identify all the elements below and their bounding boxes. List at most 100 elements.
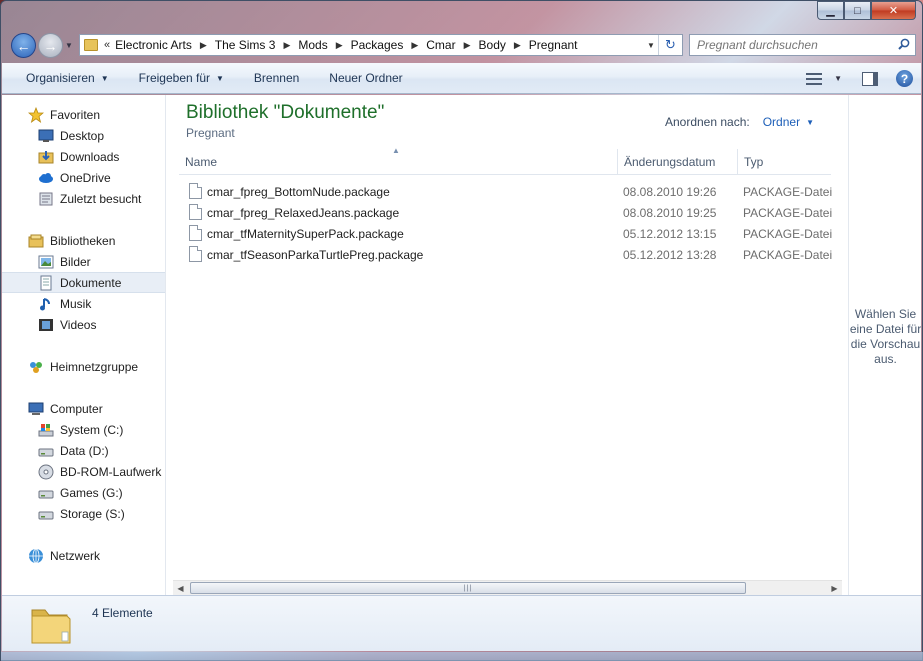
sidebar-item-label: Favoriten bbox=[50, 107, 101, 122]
sidebar-item[interactable]: Videos bbox=[2, 314, 165, 335]
file-row[interactable]: cmar_tfMaternitySuperPack.package 05.12.2… bbox=[179, 223, 833, 244]
sidebar-item[interactable]: Desktop bbox=[2, 125, 165, 146]
file-icon bbox=[189, 246, 202, 262]
sidebar-item-label: Musik bbox=[60, 296, 92, 311]
sidebar-item-label: System (C:) bbox=[60, 422, 124, 437]
help-icon[interactable]: ? bbox=[896, 70, 913, 87]
sidebar-item-label: Bibliotheken bbox=[50, 233, 116, 248]
breadcrumb-label: Electronic Arts bbox=[115, 38, 192, 52]
search-icon[interactable] bbox=[898, 38, 910, 50]
breadcrumb-item[interactable]: Mods bbox=[298, 38, 327, 52]
breadcrumb-item[interactable]: Body bbox=[479, 38, 506, 52]
chevron-down-icon: ▼ bbox=[100, 73, 109, 83]
address-history-dropdown[interactable]: ▼ bbox=[644, 41, 658, 50]
sidebar-item[interactable]: OneDrive bbox=[2, 167, 165, 188]
sidebar-item[interactable]: Bilder bbox=[2, 251, 165, 272]
forward-button[interactable]: → bbox=[38, 33, 63, 58]
file-icon bbox=[189, 225, 202, 241]
sidebar-item[interactable]: Musik bbox=[2, 293, 165, 314]
breadcrumb-separator-icon[interactable]: ▶ bbox=[200, 40, 207, 51]
file-date: 08.08.2010 19:25 bbox=[623, 205, 717, 220]
system-drive-icon bbox=[38, 422, 54, 438]
file-type: PACKAGE-Datei bbox=[743, 247, 833, 262]
view-dropdown[interactable]: ▼ bbox=[834, 74, 842, 83]
refresh-button[interactable]: ↻ bbox=[658, 35, 682, 55]
breadcrumb-item[interactable]: Electronic Arts bbox=[115, 38, 192, 52]
sidebar-item[interactable]: Data (D:) bbox=[2, 440, 165, 461]
scroll-right-icon[interactable]: ▶ bbox=[827, 582, 842, 595]
column-header-type[interactable]: Typ bbox=[737, 149, 831, 175]
burn-button[interactable]: Brennen bbox=[232, 63, 307, 93]
breadcrumb-label: Cmar bbox=[426, 38, 456, 52]
sidebar-item[interactable]: Dokumente bbox=[2, 272, 165, 293]
breadcrumb: Electronic Arts ▶ The Sims 3 ▶ Mods ▶ Packages… bbox=[115, 38, 577, 52]
sidebar-item-label: BD-ROM-Laufwerk ( bbox=[60, 464, 166, 479]
recent-pages-dropdown[interactable]: ▼ bbox=[65, 41, 73, 50]
file-row[interactable]: cmar_fpreg_BottomNude.package 08.08.2010 … bbox=[179, 181, 832, 202]
file-name: cmar_fpreg_BottomNude.package bbox=[207, 184, 390, 199]
command-bar: Organisieren ▼ Freigeben für ▼ Brennen N… bbox=[2, 63, 921, 94]
preview-pane-icon[interactable] bbox=[862, 71, 878, 86]
address-bar[interactable]: « Electronic Arts ▶ The Sims 3 ▶ Mods ▶ Packag… bbox=[79, 34, 683, 56]
sidebar-item[interactable]: Storage (S:) bbox=[2, 503, 165, 524]
breadcrumb-item[interactable]: Packages bbox=[351, 38, 404, 52]
file-type: PACKAGE-Datei bbox=[743, 226, 833, 241]
file-row[interactable]: cmar_tfSeasonParkaTurtlePreg.package 05.1… bbox=[179, 244, 833, 265]
new-folder-button[interactable]: Neuer Ordner bbox=[307, 63, 410, 93]
column-header-name[interactable]: Name bbox=[179, 149, 617, 175]
close-button[interactable]: ✕ bbox=[871, 1, 916, 20]
chevron-down-icon[interactable]: ▼ bbox=[806, 118, 814, 127]
sidebar-item-label: Heimnetzgruppe bbox=[50, 359, 139, 374]
sidebar-item[interactable]: System (C:) bbox=[2, 419, 165, 440]
breadcrumb-item[interactable]: Cmar bbox=[426, 38, 455, 52]
scrollbar-thumb[interactable]: ||| bbox=[190, 582, 746, 594]
sidebar-item[interactable]: Bibliotheken bbox=[2, 230, 165, 251]
sidebar-item-label: Games (G:) bbox=[60, 485, 123, 500]
disc-drive-icon bbox=[38, 464, 54, 480]
sidebar-item[interactable]: Favoriten bbox=[2, 104, 165, 125]
details-pane: 4 Elemente bbox=[2, 595, 921, 651]
breadcrumb-label: The Sims 3 bbox=[214, 38, 276, 52]
file-date: 05.12.2012 13:28 bbox=[623, 247, 717, 262]
breadcrumb-separator-icon[interactable]: ▶ bbox=[336, 40, 343, 51]
breadcrumb-separator-icon[interactable]: ▶ bbox=[411, 40, 418, 51]
breadcrumb-item[interactable]: Pregnant bbox=[529, 38, 578, 52]
navigation-pane: Favoriten Desktop Downloads OneDrive Zuletzt… bbox=[2, 95, 166, 595]
organize-button[interactable]: Organisieren ▼ bbox=[2, 63, 117, 93]
folder-icon bbox=[31, 609, 71, 644]
folder-icon bbox=[84, 39, 98, 51]
breadcrumb-item[interactable]: The Sims 3 bbox=[215, 38, 276, 52]
column-header-date[interactable]: Änderungsdatum bbox=[617, 149, 737, 175]
sidebar-item-label: Downloads bbox=[60, 149, 120, 164]
breadcrumb-label: Body bbox=[478, 38, 506, 52]
sidebar-item[interactable]: Heimnetzgruppe bbox=[2, 356, 165, 377]
breadcrumb-separator-icon[interactable]: ▶ bbox=[464, 40, 471, 51]
burn-label: Brennen bbox=[253, 71, 300, 85]
sidebar-item[interactable]: Computer bbox=[2, 398, 165, 419]
sidebar-item[interactable]: Games (G:) bbox=[2, 482, 165, 503]
sidebar-item[interactable]: Zuletzt besucht bbox=[2, 188, 165, 209]
change-view-icon[interactable] bbox=[806, 72, 823, 85]
breadcrumb-overflow[interactable]: « bbox=[104, 39, 110, 51]
breadcrumb-separator-icon[interactable]: ▶ bbox=[514, 40, 521, 51]
sidebar-item-label: Desktop bbox=[60, 128, 105, 143]
search-input[interactable] bbox=[697, 38, 887, 52]
sidebar-item[interactable]: BD-ROM-Laufwerk ( bbox=[2, 461, 166, 482]
scroll-left-icon[interactable]: ◀ bbox=[173, 582, 188, 595]
explorer-window: ▁ □ ✕ ← → ▼ « Electronic Arts ▶ The Sims 3… bbox=[0, 0, 923, 661]
horizontal-scrollbar[interactable]: ◀ ||| ▶ bbox=[173, 580, 842, 595]
arrange-dropdown[interactable]: Ordner bbox=[763, 115, 800, 129]
library-icon bbox=[28, 233, 44, 249]
file-row[interactable]: cmar_fpreg_RelaxedJeans.package 08.08.201… bbox=[179, 202, 832, 223]
share-button[interactable]: Freigeben für ▼ bbox=[117, 63, 232, 93]
sidebar-item-label: OneDrive bbox=[60, 170, 111, 185]
item-count: 4 Elemente bbox=[92, 606, 153, 620]
breadcrumb-separator-icon[interactable]: ▶ bbox=[283, 40, 290, 51]
search-box[interactable] bbox=[689, 34, 916, 56]
minimize-button[interactable]: ▁ bbox=[817, 1, 844, 20]
maximize-button[interactable]: □ bbox=[844, 1, 871, 20]
back-button[interactable]: ← bbox=[11, 33, 36, 58]
sidebar-item[interactable]: Downloads bbox=[2, 146, 165, 167]
sidebar-item[interactable]: Netzwerk bbox=[2, 545, 165, 566]
sidebar-item-label: Netzwerk bbox=[50, 548, 101, 563]
